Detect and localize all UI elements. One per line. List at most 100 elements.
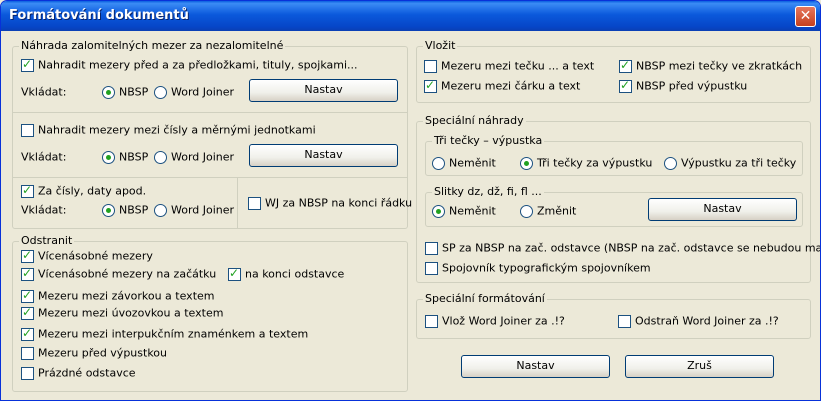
radio-nbsp-2-label: NBSP xyxy=(119,150,149,164)
window-title: Formátování dokumentů xyxy=(9,8,189,23)
remove-quote-space-checkbox[interactable] xyxy=(21,305,34,320)
group-nbsp-title: Náhrada zalomitelných mezer za nezalomit… xyxy=(19,39,286,52)
radio-ellipsis-to-dots-dot[interactable] xyxy=(664,156,677,170)
insert-row-3: Vkládat: xyxy=(21,203,66,217)
insert-wj-checkbox[interactable] xyxy=(425,314,438,328)
radio-dots-keep-label: Neměnit xyxy=(449,156,496,170)
radio-nbsp-2[interactable]: NBSP xyxy=(102,150,148,164)
remove-empty-paragraphs[interactable]: Prázdné odstavce xyxy=(21,366,136,380)
insert-ellipsis-space[interactable]: Mezeru mezi tečku ... a text xyxy=(424,59,594,73)
nastav-button-ligatures[interactable]: Nastav xyxy=(648,198,797,221)
units-checkbox[interactable] xyxy=(21,123,34,137)
radio-lig-change-dot[interactable] xyxy=(520,204,533,218)
radio-lig-keep-dot[interactable] xyxy=(432,204,445,218)
opt-hyphen[interactable]: Spojovník typografickým spojovníkem xyxy=(425,261,651,275)
remove-wj-checkbox[interactable] xyxy=(618,314,631,328)
hyphen-checkbox[interactable] xyxy=(425,261,438,275)
radio-ellipsis-to-dots[interactable]: Výpustku za tři tečky xyxy=(664,156,796,170)
remove-punct-space-checkbox[interactable] xyxy=(21,326,34,341)
radio-dots-keep[interactable]: Neměnit xyxy=(432,156,496,170)
radio-lig-change[interactable]: Změnit xyxy=(520,204,576,218)
remove-leading-spaces-checkbox[interactable] xyxy=(21,266,34,281)
remove-paren-space-label: Mezeru mezi závorkou a textem xyxy=(38,289,215,303)
remove-leading-spaces[interactable]: Vícenásobné mezery na začátku xyxy=(21,266,216,281)
insert-comma-space-checkbox[interactable] xyxy=(424,78,437,93)
remove-quote-space[interactable]: Mezeru mezi úvozovkou a textem xyxy=(21,305,224,320)
insert-wj-label: Vlož Word Joiner za .!? xyxy=(442,314,565,328)
remove-empty-paragraphs-checkbox[interactable] xyxy=(21,366,34,380)
radio-wj-2-dot[interactable] xyxy=(154,150,167,164)
opt-remove-wj[interactable]: Odstraň Word Joiner za .!? xyxy=(618,314,779,328)
opt-prepositions[interactable]: Nahradit mezery před a za předložkami, t… xyxy=(21,57,358,72)
insert-abbr-nbsp-checkbox[interactable] xyxy=(619,58,632,73)
remove-empty-paragraphs-label: Prázdné odstavce xyxy=(38,366,136,380)
radio-wj-2-label: Word Joiner xyxy=(171,150,235,164)
insert-label: Vkládat: xyxy=(21,150,67,164)
opt-wj-nbsp[interactable]: WJ za NBSP na konci řádku xyxy=(248,196,412,210)
radio-nbsp-3[interactable]: NBSP xyxy=(102,203,148,217)
separator xyxy=(13,177,407,178)
remove-ellipsis-space[interactable]: Mezeru před výpustkou xyxy=(21,346,167,360)
opt-numbers[interactable]: Za čísly, daty apod. xyxy=(21,183,147,198)
insert-label: Vkládat: xyxy=(21,203,67,217)
group-remove-title: Odstranit xyxy=(19,234,75,247)
radio-dots-to-ellipsis-dot[interactable] xyxy=(520,156,533,170)
sp-nbsp-checkbox[interactable] xyxy=(425,241,438,255)
wj-nbsp-checkbox[interactable] xyxy=(248,196,261,210)
insert-abbr-nbsp[interactable]: NBSP mezi tečky ve zkratkách xyxy=(619,58,802,73)
insert-ellipsis-nbsp-label: NBSP před výpustku xyxy=(636,79,748,93)
radio-wj-1[interactable]: Word Joiner xyxy=(154,85,234,99)
radio-wj-3[interactable]: Word Joiner xyxy=(154,203,234,217)
radio-nbsp-1[interactable]: NBSP xyxy=(102,85,148,99)
insert-ellipsis-nbsp-checkbox[interactable] xyxy=(619,78,632,93)
close-button[interactable]: ✕ xyxy=(795,6,816,27)
radio-nbsp-2-dot[interactable] xyxy=(102,150,115,164)
wj-nbsp-label: WJ za NBSP na konci řádku xyxy=(265,196,413,210)
insert-comma-space[interactable]: Mezeru mezi čárku a text xyxy=(424,78,581,93)
numbers-checkbox[interactable] xyxy=(21,183,34,198)
insert-ellipsis-space-label: Mezeru mezi tečku ... a text xyxy=(441,59,595,73)
remove-paren-space-checkbox[interactable] xyxy=(21,288,34,303)
remove-punct-space[interactable]: Mezeru mezi interpukčním znaménkem a tex… xyxy=(21,326,308,341)
remove-ellipsis-space-checkbox[interactable] xyxy=(21,346,34,360)
insert-comma-space-label: Mezeru mezi čárku a text xyxy=(441,79,581,93)
group-special-title: Speciální náhrady xyxy=(423,114,526,127)
nastav-button-2[interactable]: Nastav xyxy=(249,144,398,167)
radio-lig-keep[interactable]: Neměnit xyxy=(432,204,496,218)
remove-trailing-spaces-checkbox[interactable] xyxy=(228,266,241,281)
radio-wj-2[interactable]: Word Joiner xyxy=(154,150,234,164)
insert-ellipsis-space-checkbox[interactable] xyxy=(424,59,437,73)
radio-ellipsis-to-dots-label: Výpustku za tři tečky xyxy=(681,156,797,170)
group-ligatures-title: Slitky dz, dž, fi, fl ... xyxy=(432,185,544,198)
radio-wj-1-dot[interactable] xyxy=(154,85,167,99)
opt-sp-nbsp[interactable]: SP za NBSP na zač. odstavce (NBSP na zač… xyxy=(425,241,820,255)
cancel-button[interactable]: Zruš xyxy=(625,355,774,378)
ok-button[interactable]: Nastav xyxy=(461,355,610,378)
title-bar[interactable]: Formátování dokumentů ✕ xyxy=(1,1,820,31)
remove-paren-space[interactable]: Mezeru mezi závorkou a textem xyxy=(21,288,215,303)
separator xyxy=(237,177,238,228)
dialog-window: Formátování dokumentů ✕ Náhrada zalomite… xyxy=(0,0,821,401)
group-nbsp-replacement: Náhrada zalomitelných mezer za nezalomit… xyxy=(12,39,412,229)
radio-nbsp-1-dot[interactable] xyxy=(102,85,115,99)
radio-wj-3-dot[interactable] xyxy=(154,203,167,217)
insert-ellipsis-nbsp[interactable]: NBSP před výpustku xyxy=(619,78,748,93)
remove-trailing-spaces[interactable]: na konci odstavce xyxy=(228,266,344,281)
close-icon: ✕ xyxy=(799,8,812,24)
prepositions-label: Nahradit mezery před a za předložkami, t… xyxy=(38,58,358,72)
remove-quote-space-label: Mezeru mezi úvozovkou a textem xyxy=(38,306,224,320)
radio-dots-keep-dot[interactable] xyxy=(432,156,445,170)
remove-wj-label: Odstraň Word Joiner za .!? xyxy=(635,314,779,328)
group-special-formatting: Speciální formátování Vlož Word Joiner z… xyxy=(416,292,811,339)
radio-dots-to-ellipsis[interactable]: Tři tečky za výpustku xyxy=(520,156,652,170)
group-ligatures: Slitky dz, dž, fi, fl ... Neměnit Změnit… xyxy=(425,185,803,227)
numbers-label: Za čísly, daty apod. xyxy=(38,184,147,198)
remove-multi-spaces[interactable]: Vícenásobné mezery xyxy=(21,248,153,263)
opt-units[interactable]: Nahradit mezery mezi čísly a měrnými jed… xyxy=(21,123,316,137)
nastav-button-1[interactable]: Nastav xyxy=(249,79,398,102)
radio-nbsp-3-dot[interactable] xyxy=(102,203,115,217)
remove-multi-spaces-checkbox[interactable] xyxy=(21,248,34,263)
opt-insert-wj[interactable]: Vlož Word Joiner za .!? xyxy=(425,314,565,328)
prepositions-checkbox[interactable] xyxy=(21,57,34,72)
insert-label: Vkládat: xyxy=(21,85,67,99)
